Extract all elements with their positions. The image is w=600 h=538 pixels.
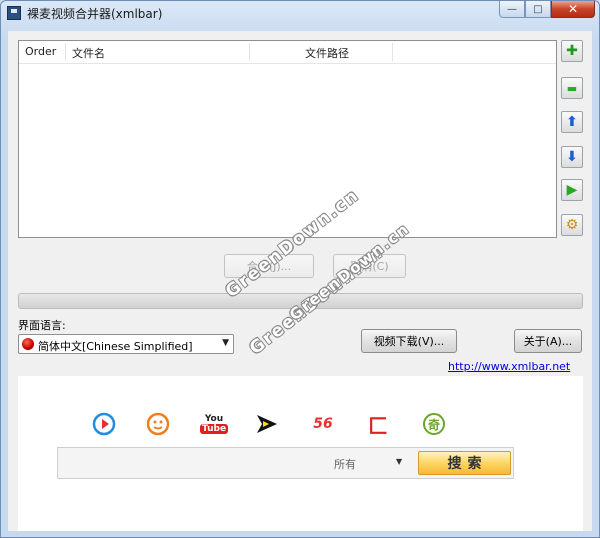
title-bar[interactable]: 裸麦视频合并器(xmlbar) — □ ✕: [1, 1, 599, 25]
video-download-button[interactable]: 视频下载(V)...: [361, 329, 457, 353]
file-list-header: Order 文件名 文件路径: [19, 41, 556, 64]
add-file-button[interactable]: ✚: [561, 40, 583, 62]
language-select-value: 简体中文[Chinese Simplified]: [38, 340, 193, 353]
column-divider[interactable]: [392, 43, 393, 61]
youtube-icon[interactable]: You Tube: [199, 411, 229, 437]
iqiyi-icon[interactable]: [254, 411, 280, 437]
chevron-down-icon[interactable]: ▼: [222, 338, 229, 348]
maximize-button[interactable]: □: [525, 1, 551, 18]
56-icon[interactable]: 56: [310, 411, 336, 437]
remove-icon: ▬: [566, 81, 578, 95]
youku-icon[interactable]: [91, 411, 117, 437]
caption-buttons: — □ ✕: [499, 1, 595, 19]
tudou-icon[interactable]: [145, 411, 171, 437]
add-icon: ✚: [566, 43, 578, 59]
column-filename[interactable]: 文件名: [72, 45, 105, 61]
app-icon: [7, 6, 21, 20]
close-button[interactable]: ✕: [551, 1, 595, 18]
china-flag-icon: [22, 338, 34, 350]
move-down-icon: ⬇: [566, 149, 578, 165]
main-window: 裸麦视频合并器(xmlbar) — □ ✕ Order 文件名 文件路径 ✚ ▬…: [0, 0, 600, 538]
about-button[interactable]: 关于(A)...: [514, 329, 582, 353]
youtube-logo-top: You: [204, 414, 224, 424]
website-link[interactable]: http://www.xmlbar.net: [448, 360, 570, 373]
search-scope-select[interactable]: 所有: [334, 456, 356, 472]
language-label: 界面语言:: [18, 319, 66, 332]
chevron-down-icon[interactable]: ▼: [396, 457, 402, 466]
client-area: Order 文件名 文件路径 ✚ ▬ ⬆ ⬇ ▶ ⚙ 合并(J)... 取消(C…: [8, 31, 592, 531]
file-list[interactable]: Order 文件名 文件路径: [18, 40, 557, 238]
column-divider[interactable]: [65, 43, 66, 61]
column-filepath[interactable]: 文件路径: [305, 45, 349, 61]
progress-bar: [18, 293, 583, 309]
play-button[interactable]: ▶: [561, 179, 583, 201]
remove-file-button[interactable]: ▬: [561, 77, 583, 99]
search-input[interactable]: [63, 452, 332, 476]
cancel-button[interactable]: 取消(C): [333, 254, 406, 278]
search-button[interactable]: 搜索: [418, 451, 511, 475]
move-up-icon: ⬆: [566, 114, 578, 130]
qiyi-logo-text: 奇: [423, 413, 445, 435]
language-select[interactable]: 简体中文[Chinese Simplified] ▼: [18, 334, 234, 354]
qiyi-icon[interactable]: 奇: [421, 411, 447, 437]
play-icon: ▶: [566, 182, 578, 198]
letv-icon[interactable]: 匚: [365, 411, 391, 438]
move-down-button[interactable]: ⬇: [561, 146, 583, 168]
merge-button[interactable]: 合并(J)...: [224, 254, 314, 278]
window-title: 裸麦视频合并器(xmlbar): [27, 7, 163, 21]
move-up-button[interactable]: ⬆: [561, 111, 583, 133]
youtube-logo-bottom: Tube: [199, 424, 229, 434]
settings-icon: ⚙: [565, 217, 579, 233]
column-divider[interactable]: [249, 43, 250, 61]
settings-button[interactable]: ⚙: [561, 214, 583, 236]
column-order[interactable]: Order: [25, 45, 56, 58]
minimize-button[interactable]: —: [499, 1, 525, 18]
search-bar: 所有 ▼ 搜索: [57, 447, 514, 479]
